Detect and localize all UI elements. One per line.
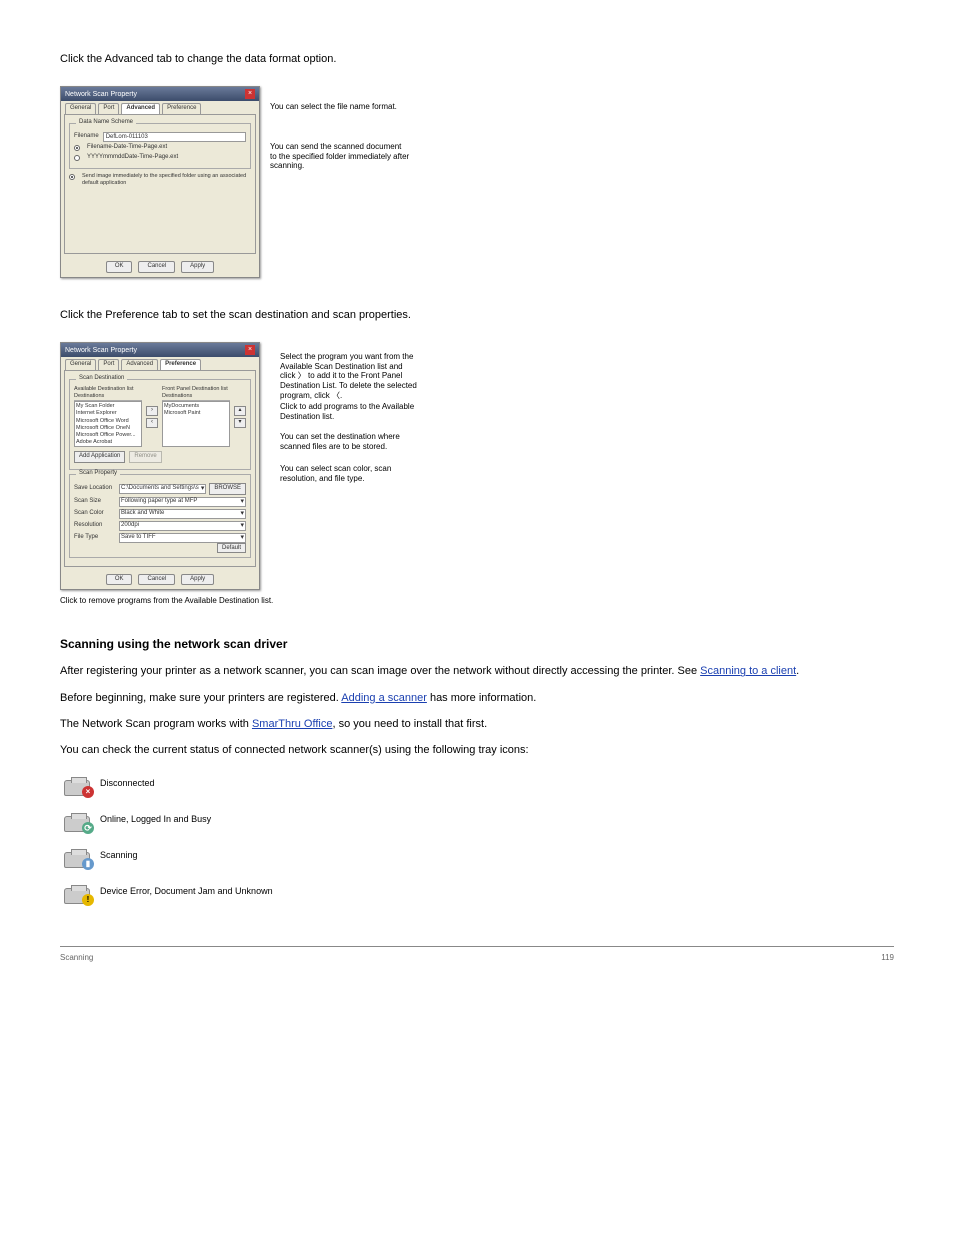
status-scanning: Scanning: [100, 850, 138, 862]
advanced-tab-figure: Network Scan Property × General Port Adv…: [60, 86, 894, 278]
scanning-to-client-link[interactable]: Scanning to a client: [700, 665, 796, 677]
browse-button[interactable]: BROWSE: [209, 483, 246, 495]
printer-error-icon: !: [60, 878, 94, 906]
tab-port[interactable]: Port: [98, 103, 119, 114]
apply-button[interactable]: Apply: [181, 261, 214, 273]
printer-scanning-icon: ▮: [60, 842, 94, 870]
tab-preference[interactable]: Preference: [160, 359, 201, 370]
section-heading: Scanning using the network scan driver: [60, 637, 894, 653]
move-up-button[interactable]: ▴: [234, 406, 246, 416]
scan-color-select[interactable]: Black and White: [119, 509, 246, 519]
resolution-select[interactable]: 200dpi: [119, 521, 246, 531]
caption-remove-programs: Click to remove programs from the Availa…: [60, 596, 894, 606]
move-down-button[interactable]: ▾: [234, 418, 246, 428]
status-disconnected: Disconnected: [100, 778, 155, 790]
footer-section: Scanning: [60, 953, 93, 963]
callout-select-program: Select the program you want from the Ava…: [280, 352, 420, 400]
dialog-title: Network Scan Property: [65, 90, 137, 99]
status-icon-list: × Disconnected ⟳ Online, Logged In and B…: [60, 770, 894, 906]
radio-filename-date[interactable]: [74, 145, 80, 151]
send-immediately-label: Send image immediately to the specified …: [82, 173, 251, 187]
printer-online-icon: ⟳: [60, 806, 94, 834]
front-panel-list-header: Front Panel Destination list: [162, 386, 230, 393]
tab-preference[interactable]: Preference: [162, 103, 201, 114]
mid-para: Click the Preference tab to set the scan…: [60, 308, 894, 322]
preference-tab-figure: Network Scan Property × General Port Adv…: [60, 342, 894, 607]
available-destination-list[interactable]: My Scan Folder Internet Explorer Microso…: [74, 401, 142, 447]
callout-select-scan-props: You can select scan color, scan resoluti…: [280, 464, 420, 483]
adding-a-scanner-link[interactable]: Adding a scanner: [341, 692, 427, 704]
filename-field[interactable]: DefLom-011103: [103, 132, 246, 142]
status-error: Device Error, Document Jam and Unknown: [100, 886, 273, 898]
printer-disconnected-icon: ×: [60, 770, 94, 798]
tab-port[interactable]: Port: [98, 359, 119, 370]
tab-advanced[interactable]: Advanced: [121, 103, 160, 114]
available-list-header: Available Destination list: [74, 386, 142, 393]
move-left-button[interactable]: ‹: [146, 418, 158, 428]
ok-button[interactable]: OK: [106, 574, 133, 586]
move-right-button[interactable]: ›: [146, 406, 158, 416]
scan-destination-group: Scan Destination: [76, 375, 127, 383]
close-icon[interactable]: ×: [245, 345, 255, 355]
checkbox-send-immediately[interactable]: [69, 174, 75, 180]
scan-size-select[interactable]: Following paper type at MFP: [119, 497, 246, 507]
footer-separator: [60, 946, 894, 947]
default-button[interactable]: Default: [217, 543, 246, 553]
dialog-title: Network Scan Property: [65, 346, 137, 355]
ok-button[interactable]: OK: [106, 261, 133, 273]
callout-set-destination: You can set the destination where scanne…: [280, 432, 420, 451]
data-name-scheme-group: Data Name Scheme: [76, 119, 136, 127]
tab-advanced[interactable]: Advanced: [121, 359, 158, 370]
status-intro: You can check the current status of conn…: [60, 743, 894, 757]
filename-label: Filename: [74, 133, 99, 141]
tab-general[interactable]: General: [65, 103, 96, 114]
body-para-2: Before beginning, make sure your printer…: [60, 691, 894, 705]
footer-page-number: 119: [881, 953, 894, 963]
remove-button[interactable]: Remove: [129, 451, 161, 463]
smarthru-office-link[interactable]: SmarThru Office: [252, 718, 333, 730]
body-para-3: The Network Scan program works with Smar…: [60, 717, 894, 731]
intro-para: Click the Advanced tab to change the dat…: [60, 52, 894, 66]
front-panel-destination-list[interactable]: MyDocuments Microsoft Paint: [162, 401, 230, 447]
scan-property-group: Scan Property: [76, 470, 120, 478]
close-icon[interactable]: ×: [245, 89, 255, 99]
status-online: Online, Logged In and Busy: [100, 814, 211, 826]
add-application-button[interactable]: Add Application: [74, 451, 125, 463]
callout-filename-format: You can select the file name format.: [270, 102, 410, 112]
callout-add-programs: Click to add programs to the Available D…: [280, 402, 420, 421]
cancel-button[interactable]: Cancel: [138, 261, 175, 273]
cancel-button[interactable]: Cancel: [138, 574, 175, 586]
tab-general[interactable]: General: [65, 359, 96, 370]
save-location-field[interactable]: C:\Documents and Settings\s: [119, 484, 206, 494]
network-scan-property-dialog: Network Scan Property × General Port Adv…: [60, 86, 260, 278]
network-scan-property-dialog-pref: Network Scan Property × General Port Adv…: [60, 342, 260, 590]
radio-yyyymmdd[interactable]: [74, 155, 80, 161]
file-type-select[interactable]: Save to TIFF: [119, 533, 246, 543]
apply-button[interactable]: Apply: [181, 574, 214, 586]
body-para-1: After registering your printer as a netw…: [60, 664, 894, 678]
callout-send-scanned: You can send the scanned document to the…: [270, 142, 410, 171]
